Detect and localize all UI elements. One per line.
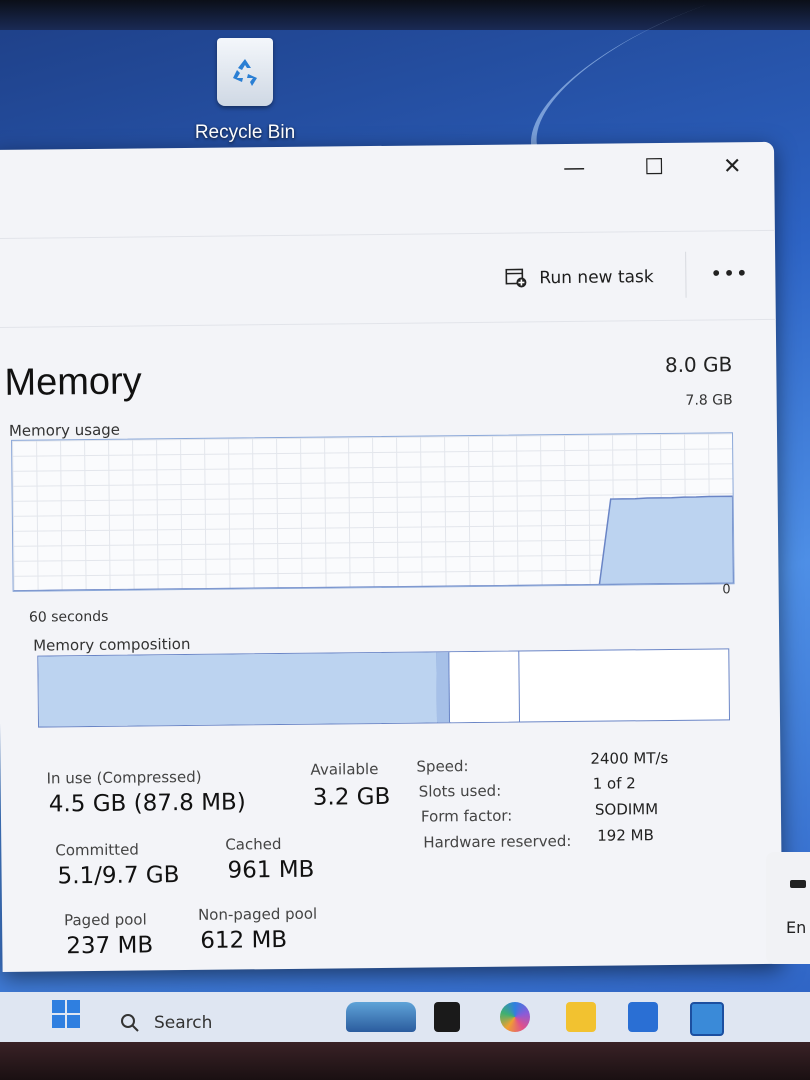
speed-value: 2400 MT/s (590, 748, 669, 768)
paged-pool-value: 237 MB (66, 932, 154, 960)
composition-standby (450, 651, 521, 723)
more-options-button[interactable]: ••• (710, 261, 749, 285)
memory-usage-label: Memory usage (8, 420, 121, 440)
composition-modified (436, 652, 451, 723)
usage-area (13, 495, 734, 591)
start-button[interactable] (52, 1000, 82, 1030)
in-use-value: 4.5 GB (87.8 MB) (48, 789, 246, 818)
search-label: Search (154, 1013, 213, 1033)
cached-label: Cached (225, 835, 282, 854)
windows-logo-icon (52, 1000, 65, 1013)
task-manager-taskbar-icon[interactable] (690, 1002, 724, 1036)
search-icon (121, 1014, 139, 1032)
committed-value: 5.1/9.7 GB (57, 862, 180, 890)
run-new-task-label: Run new task (539, 267, 654, 289)
screen-bezel-bottom (0, 1042, 810, 1080)
hardware-reserved-label: Hardware reserved: (423, 831, 572, 852)
cached-value: 961 MB (227, 856, 315, 884)
run-task-icon (505, 268, 527, 288)
slots-used-label: Slots used: (418, 781, 502, 801)
file-explorer-icon[interactable] (566, 1002, 596, 1032)
memory-total: 8.0 GB (664, 352, 733, 377)
desktop: Recycle Bin — ☐ ✕ Run new task ••• Memor… (0, 0, 810, 1080)
recycle-bin-label: Recycle Bin (194, 122, 296, 143)
recycle-bin-icon (217, 38, 273, 106)
task-view-icon[interactable] (434, 1002, 460, 1032)
recycle-bin-shortcut[interactable]: Recycle Bin (190, 38, 300, 144)
graph-time-span: 60 seconds (28, 608, 109, 626)
taskbar-search[interactable]: Search (120, 1013, 212, 1033)
non-paged-pool-value: 612 MB (200, 926, 288, 954)
hardware-reserved-value: 192 MB (597, 826, 654, 845)
title-bar: — ☐ ✕ (0, 142, 774, 200)
available-label: Available (310, 760, 379, 779)
run-new-task-button[interactable]: Run new task (505, 262, 654, 294)
memory-composition-label: Memory composition (33, 634, 191, 655)
memory-usage-graph (11, 432, 735, 592)
memory-usage-plot (13, 495, 734, 591)
available-value: 3.2 GB (312, 783, 391, 811)
page-title: Memory (4, 360, 142, 404)
speed-label: Speed: (416, 757, 469, 776)
in-use-label: In use (Compressed) (46, 767, 202, 788)
weather-widget-icon[interactable] (346, 1002, 416, 1032)
form-factor-value: SODIMM (594, 800, 659, 819)
toolbar: Run new task ••• (0, 229, 776, 328)
task-manager-window: — ☐ ✕ Run new task ••• Memory 8.0 GB 7.8… (0, 141, 783, 972)
form-factor-label: Form factor: (420, 806, 513, 826)
copilot-icon[interactable] (500, 1002, 530, 1032)
committed-label: Committed (55, 840, 139, 860)
graph-max-label: 7.8 GB (685, 392, 733, 409)
graph-min-label: 0 (722, 582, 731, 598)
toolbar-divider (685, 251, 687, 298)
composition-in-use (38, 652, 439, 727)
language-indicator[interactable]: En (786, 918, 806, 937)
maximize-button[interactable]: ☐ (634, 151, 674, 185)
slots-used-value: 1 of 2 (592, 774, 636, 793)
non-paged-pool-label: Non-paged pool (197, 904, 318, 924)
microsoft-store-icon[interactable] (628, 1002, 658, 1032)
battery-icon (790, 880, 806, 888)
memory-composition-bar (37, 648, 731, 728)
minimize-button[interactable]: — (554, 152, 594, 186)
tray-flyout[interactable]: En (766, 852, 810, 964)
close-button[interactable]: ✕ (712, 150, 752, 184)
paged-pool-label: Paged pool (63, 910, 147, 930)
